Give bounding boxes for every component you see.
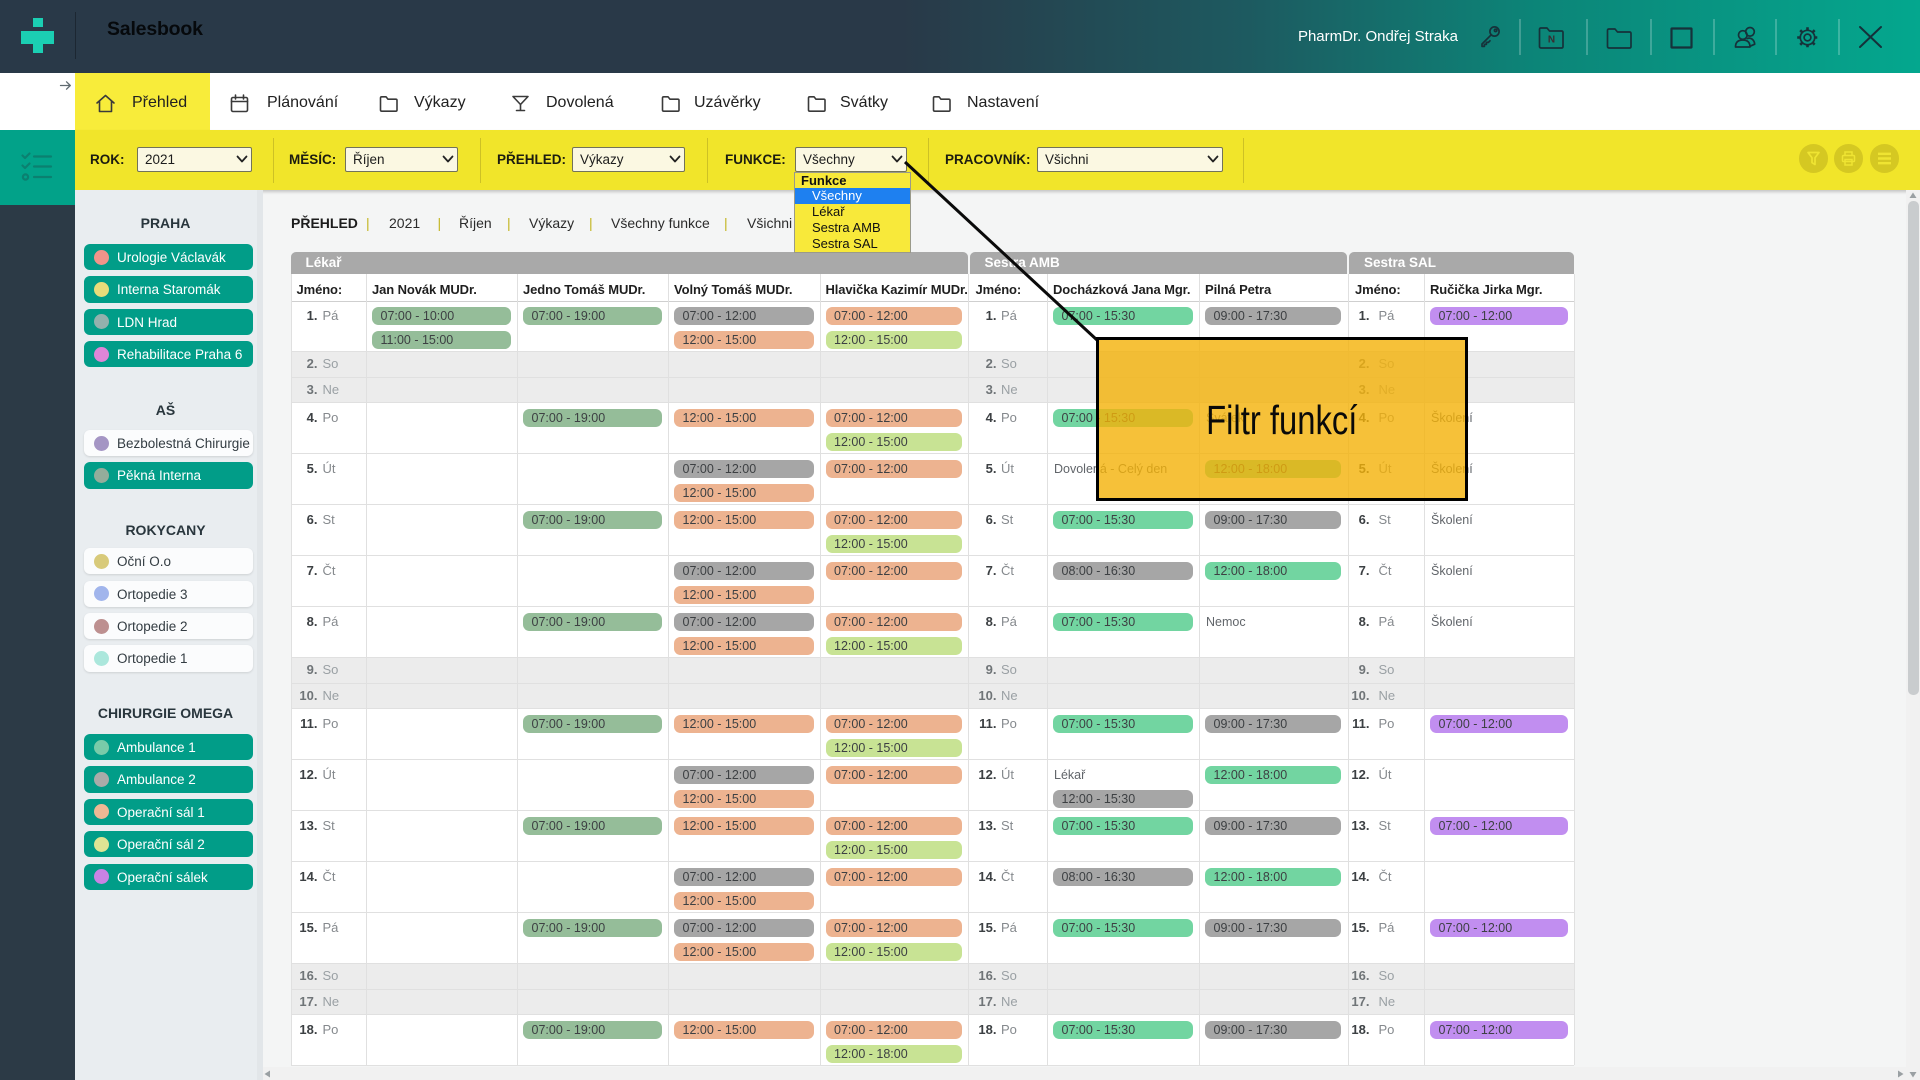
svg-text:N: N	[1548, 35, 1555, 46]
